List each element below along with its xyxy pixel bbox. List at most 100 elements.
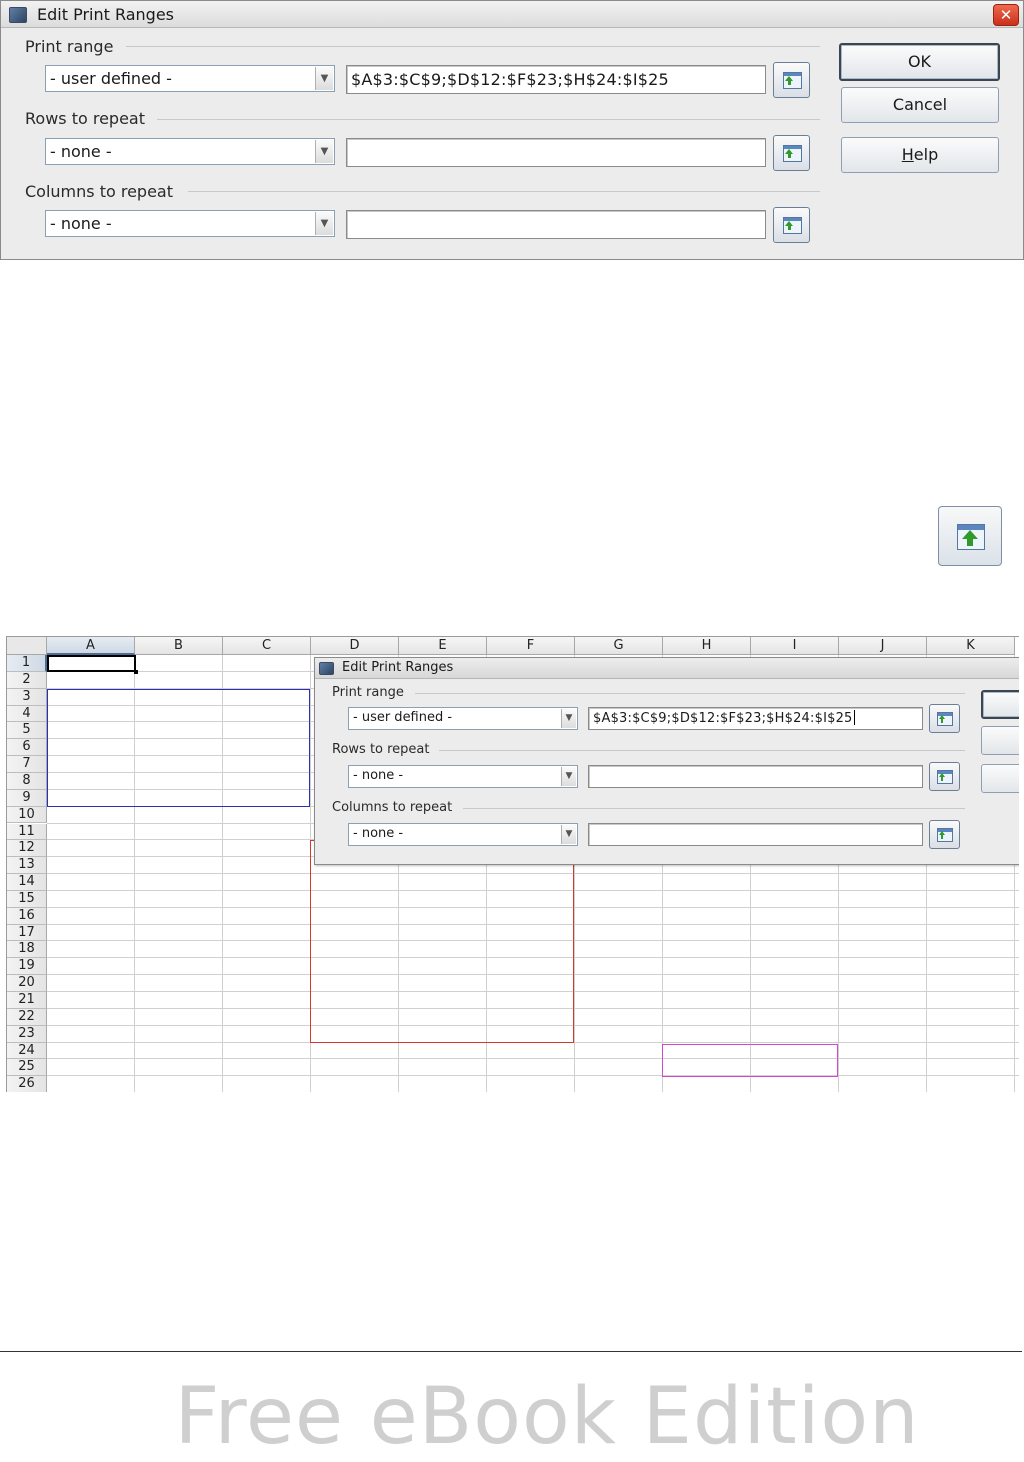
row-header-11[interactable]: 11	[7, 823, 47, 841]
rows-to-repeat-label: Rows to repeat	[332, 742, 430, 757]
column-header-a[interactable]: A	[47, 637, 135, 655]
columns-shrink-button[interactable]	[773, 207, 810, 243]
row-header-3[interactable]: 3	[7, 688, 47, 706]
spreadsheet-grid[interactable]: ABCDEFGHIJK 1 2 3 4 5 6 7 8 9 10 11 12 13 14 15 16 17 18 1…	[6, 636, 1019, 1092]
rows-to-repeat-combo[interactable]: - none - ▼	[348, 765, 578, 788]
combo-value: - none -	[353, 768, 404, 783]
separator	[415, 693, 965, 694]
row-header-8[interactable]: 8	[7, 772, 47, 790]
row-header-18[interactable]: 18	[7, 941, 47, 959]
row-header-1[interactable]: 1	[7, 655, 47, 672]
row-header-20[interactable]: 20	[7, 975, 47, 992]
rows-shrink-button[interactable]	[773, 135, 810, 171]
dialog-title: Edit Print Ranges	[37, 5, 175, 24]
separator	[188, 191, 820, 192]
separator	[126, 46, 820, 47]
chevron-down-icon[interactable]: ▼	[315, 140, 333, 163]
columns-to-repeat-label: Columns to repeat	[25, 182, 173, 201]
combo-value: - none -	[353, 826, 404, 841]
row-header-10[interactable]: 10	[7, 806, 47, 824]
rows-to-repeat-input[interactable]	[346, 138, 766, 167]
column-header-c[interactable]: C	[223, 637, 311, 655]
print-range-shrink-button[interactable]	[773, 62, 810, 98]
help-button[interactable]: Help	[841, 137, 999, 173]
column-header-j[interactable]: J	[839, 637, 927, 655]
app-icon	[319, 662, 334, 675]
row-header-22[interactable]: 22	[7, 1008, 47, 1026]
cell-cursor[interactable]	[47, 655, 138, 674]
print-range-d12-f23	[310, 840, 574, 1043]
combo-value: - none -	[50, 142, 112, 161]
row-header-14[interactable]: 14	[7, 874, 47, 891]
row-header-15[interactable]: 15	[7, 890, 47, 908]
column-header-k[interactable]: K	[927, 637, 1015, 655]
grid-line	[47, 1058, 1019, 1060]
columns-to-repeat-input[interactable]	[346, 210, 766, 239]
print-range-h24-i25	[662, 1044, 838, 1077]
columns-to-repeat-input[interactable]	[588, 823, 923, 846]
chevron-down-icon[interactable]: ▼	[561, 709, 576, 728]
ok-button[interactable]	[981, 690, 1019, 719]
column-header-h[interactable]: H	[663, 637, 751, 655]
row-header-2[interactable]: 2	[7, 671, 47, 689]
column-header-g[interactable]: G	[575, 637, 663, 655]
dialog-title: Edit Print Ranges	[342, 660, 454, 675]
separator	[463, 808, 965, 809]
print-range-input[interactable]: $A$3:$C$9;$D$12:$F$23;$H$24:$I$25	[346, 65, 766, 94]
column-header-e[interactable]: E	[399, 637, 487, 655]
print-range-combo[interactable]: - user defined - ▼	[45, 65, 335, 92]
print-range-value: $A$3:$C$9;$D$12:$F$23;$H$24:$I$25	[593, 710, 855, 726]
chevron-down-icon[interactable]: ▼	[315, 212, 333, 235]
column-header-f[interactable]: F	[487, 637, 575, 655]
edit-print-ranges-dialog: Edit Print Ranges ✕ Print range - user d…	[0, 0, 1024, 260]
row-header-13[interactable]: 13	[7, 857, 47, 875]
rows-shrink-button[interactable]	[929, 762, 960, 791]
combo-value: - none -	[50, 214, 112, 233]
row-header-4[interactable]: 4	[7, 705, 47, 723]
dialog-titlebar[interactable]: Edit Print Ranges ✕	[1, 1, 1023, 28]
row-header-19[interactable]: 19	[7, 958, 47, 976]
columns-to-repeat-combo[interactable]: - none - ▼	[348, 823, 578, 846]
rows-to-repeat-combo[interactable]: - none - ▼	[45, 138, 335, 165]
row-header-12[interactable]: 12	[7, 840, 47, 858]
columns-to-repeat-label: Columns to repeat	[332, 800, 453, 815]
column-header-d[interactable]: D	[311, 637, 399, 655]
print-range-input[interactable]: $A$3:$C$9;$D$12:$F$23;$H$24:$I$25	[588, 707, 923, 730]
app-icon	[9, 7, 27, 23]
separator	[439, 750, 965, 751]
help-button[interactable]	[981, 764, 1019, 793]
row-header-26[interactable]: 26	[7, 1076, 47, 1092]
combo-value: - user defined -	[353, 710, 453, 725]
row-header-21[interactable]: 21	[7, 992, 47, 1009]
dialog-titlebar[interactable]: Edit Print Ranges	[315, 658, 1019, 679]
row-header-25[interactable]: 25	[7, 1059, 47, 1077]
row-header-6[interactable]: 6	[7, 739, 47, 757]
column-header-b[interactable]: B	[135, 637, 223, 655]
columns-to-repeat-combo[interactable]: - none - ▼	[45, 210, 335, 237]
print-range-a3-c9	[47, 689, 310, 807]
column-header-i[interactable]: I	[751, 637, 839, 655]
close-icon[interactable]: ✕	[993, 4, 1019, 26]
rows-to-repeat-label: Rows to repeat	[25, 109, 145, 128]
print-range-shrink-button[interactable]	[929, 704, 960, 733]
separator	[157, 119, 820, 120]
row-header-16[interactable]: 16	[7, 907, 47, 925]
watermark: Free eBook Edition	[174, 1372, 920, 1462]
row-header-23[interactable]: 23	[7, 1025, 47, 1043]
cancel-button[interactable]	[981, 726, 1019, 755]
row-header-17[interactable]: 17	[7, 924, 47, 942]
row-header-9[interactable]: 9	[7, 789, 47, 807]
columns-shrink-button[interactable]	[929, 820, 960, 849]
rows-to-repeat-input[interactable]	[588, 765, 923, 788]
chevron-down-icon[interactable]: ▼	[561, 767, 576, 786]
chevron-down-icon[interactable]: ▼	[315, 67, 333, 90]
row-header-24[interactable]: 24	[7, 1042, 47, 1060]
select-all-corner[interactable]	[7, 637, 47, 655]
chevron-down-icon[interactable]: ▼	[561, 825, 576, 844]
edit-print-ranges-dialog-small: Edit Print Ranges Print range - user def…	[314, 657, 1019, 865]
print-range-combo[interactable]: - user defined - ▼	[348, 707, 578, 730]
ok-button[interactable]: OK	[839, 43, 1000, 81]
row-header-5[interactable]: 5	[7, 722, 47, 740]
cancel-button[interactable]: Cancel	[841, 87, 999, 123]
row-header-7[interactable]: 7	[7, 756, 47, 773]
